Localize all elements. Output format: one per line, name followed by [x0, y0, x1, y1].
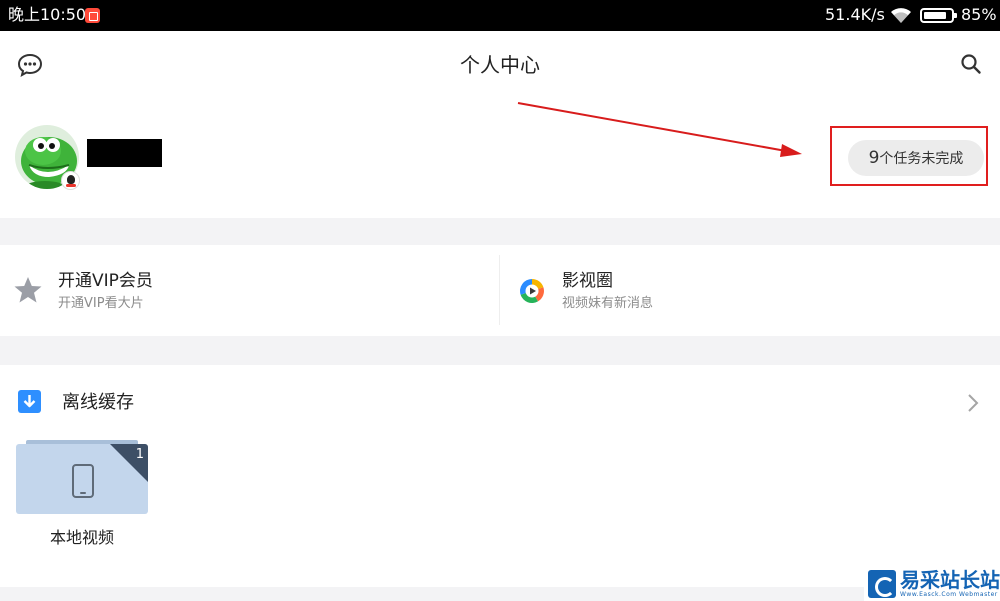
page-title: 个人中心 [460, 53, 540, 77]
status-bar: 晚上10:50 51.4K/s 85% [0, 0, 1000, 31]
folder-body: 1 [16, 444, 148, 514]
offline-cache-title[interactable]: 离线缓存 [62, 392, 134, 414]
status-time: 晚上10:50 [8, 5, 87, 24]
vip-subtitle: 开通VIP看大片 [58, 296, 144, 311]
username[interactable] [87, 139, 162, 167]
folder-count: 1 [135, 447, 144, 462]
star-icon [14, 277, 42, 303]
battery-icon [920, 8, 957, 23]
tasks-label: 个任务未完成 [879, 151, 964, 167]
watermark: 易采站长站 Www.Easck.Com Webmaster [864, 567, 1000, 601]
phone-icon [72, 464, 94, 498]
notification-app-icon [85, 8, 100, 23]
movie-circle-item[interactable]: 影视圈 视频妹有新消息 [500, 245, 1000, 336]
vip-membership-item[interactable]: 开通VIP会员 开通VIP看大片 [0, 245, 499, 336]
movie-circle-title: 影视圈 [562, 271, 613, 291]
folder-label: 本地视频 [49, 528, 114, 547]
status-net-speed: 51.4K/s [825, 5, 885, 24]
app-header: 个人中心 [0, 31, 1000, 98]
battery-fill [924, 12, 946, 19]
local-video-folder[interactable]: 1 [16, 440, 148, 514]
quick-links-row: 开通VIP会员 开通VIP看大片 影视圈 视频妹有新消息 [0, 245, 1000, 336]
chevron-right-icon[interactable] [966, 393, 980, 413]
watermark-logo-icon [868, 570, 896, 598]
qq-penguin-icon [61, 171, 80, 190]
unfinished-tasks-button[interactable]: 9个任务未完成 [848, 140, 984, 176]
vip-title: 开通VIP会员 [58, 271, 153, 291]
movie-circle-subtitle: 视频妹有新消息 [562, 296, 654, 311]
colorful-circle-icon [520, 279, 544, 303]
tasks-count: 9 [868, 148, 880, 168]
bottom-gap [0, 587, 1000, 601]
profile-section: 9个任务未完成 [0, 98, 1000, 218]
watermark-text: 易采站长站 [900, 568, 1000, 592]
watermark-sub: Www.Easck.Com Webmaster [900, 591, 998, 598]
search-icon[interactable] [960, 53, 982, 75]
wifi-icon [891, 8, 911, 23]
download-icon [18, 390, 41, 413]
offline-cache-section: 离线缓存 1 本地视频 [0, 365, 1000, 587]
battery-level: 85% [961, 5, 997, 24]
